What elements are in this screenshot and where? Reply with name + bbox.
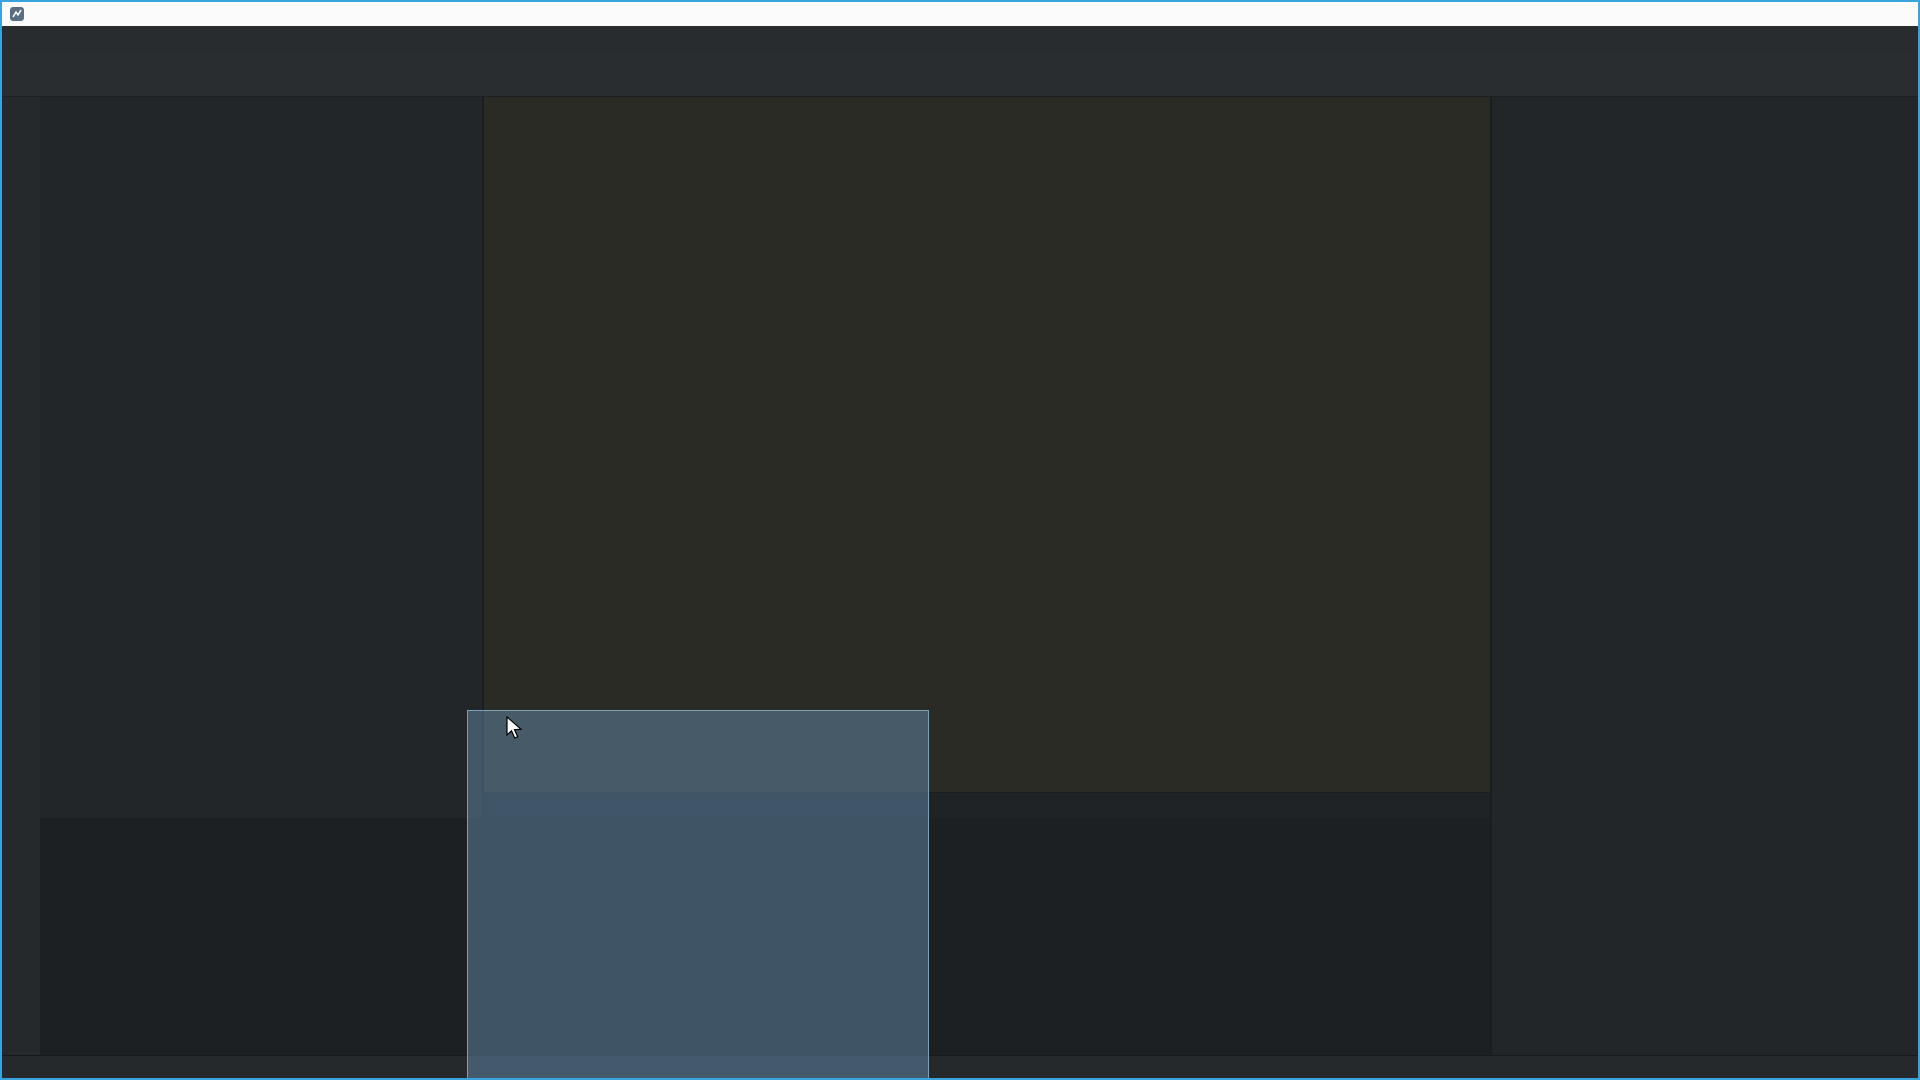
mouse-cursor bbox=[505, 716, 527, 740]
worksheet-toolbox bbox=[2, 97, 40, 1078]
close-button[interactable] bbox=[1876, 2, 1918, 26]
menu-bar bbox=[2, 26, 1918, 52]
project-explorer-dock bbox=[40, 97, 482, 820]
main-toolbar bbox=[2, 52, 1918, 97]
minimize-button[interactable] bbox=[1792, 2, 1834, 26]
properties-dock bbox=[1492, 97, 1920, 1058]
labplot-window bbox=[0, 0, 1920, 1080]
title-bar[interactable] bbox=[2, 2, 1918, 26]
maximize-button[interactable] bbox=[1834, 2, 1876, 26]
app-icon bbox=[9, 6, 25, 22]
floating-project-explorer[interactable] bbox=[467, 710, 929, 1080]
status-bar bbox=[2, 1055, 1918, 1078]
worksheet-dock bbox=[484, 97, 1490, 792]
